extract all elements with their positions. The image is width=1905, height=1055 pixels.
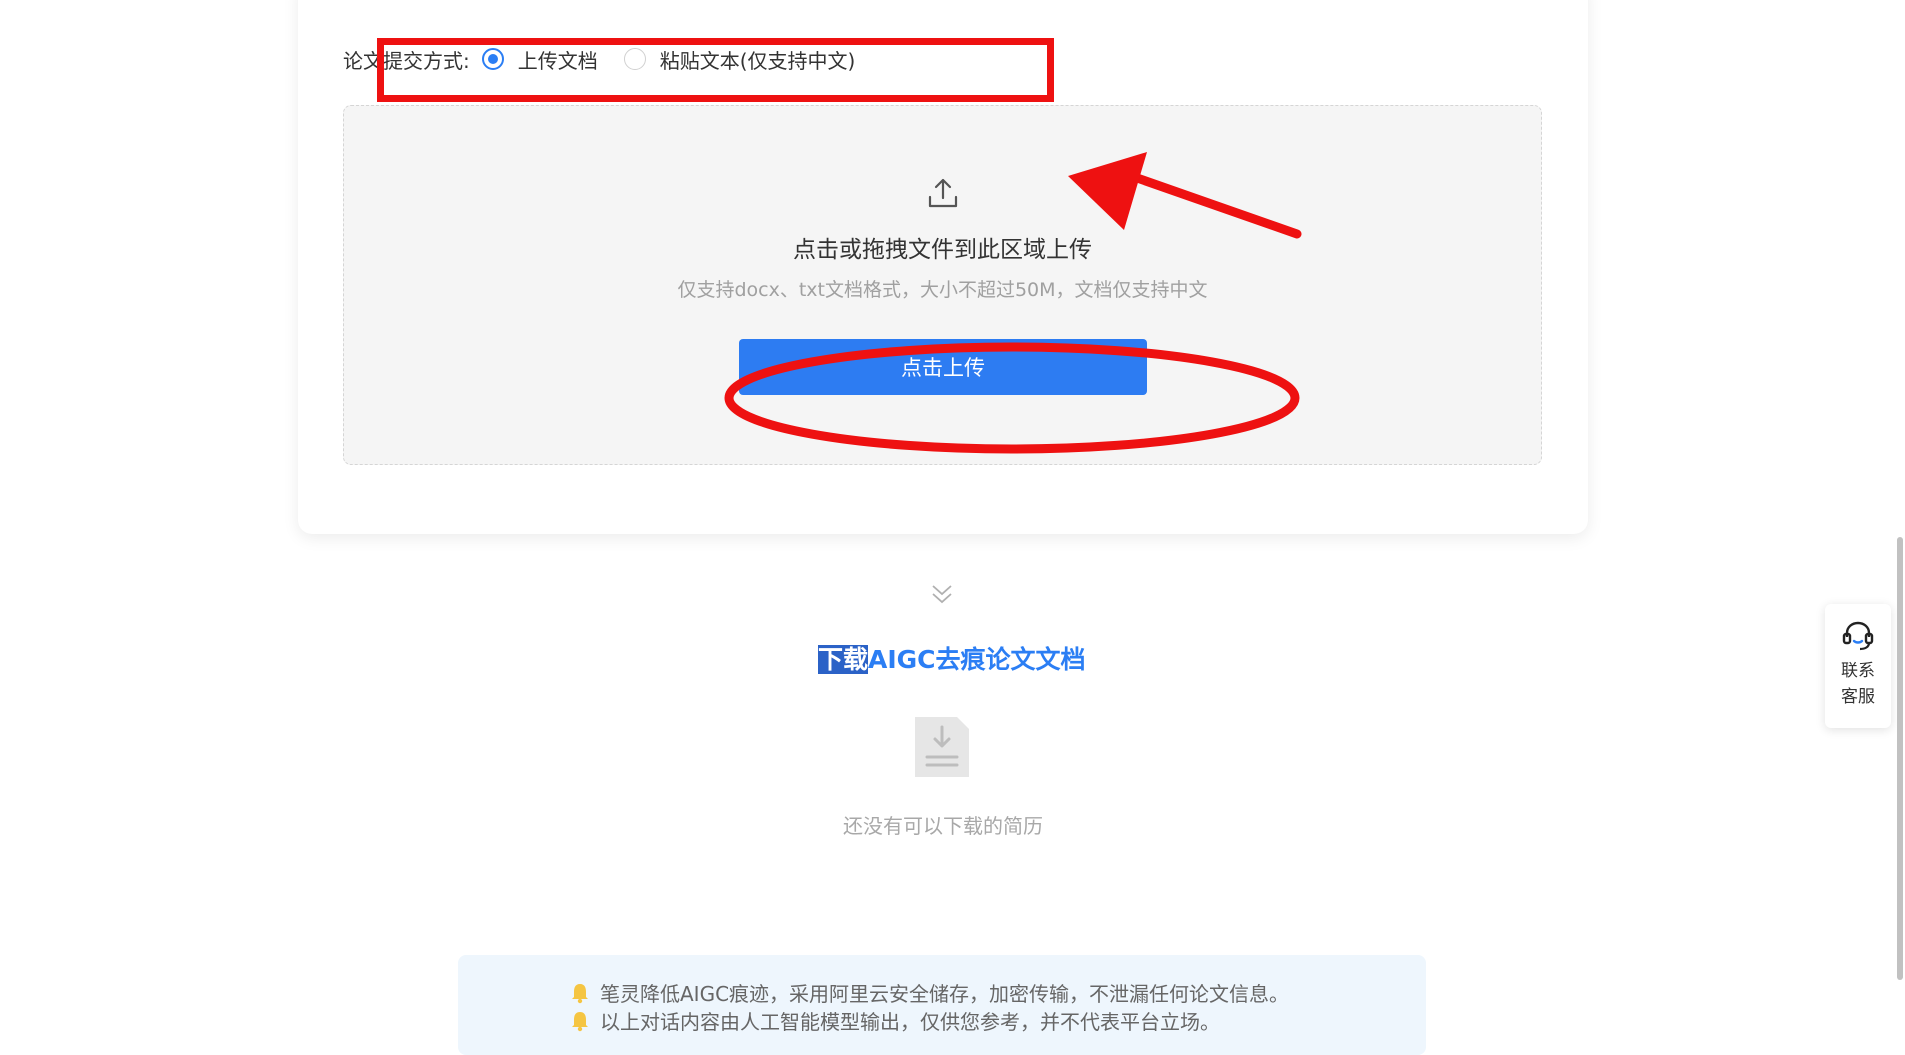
download-title-rest: AIGC去痕论文文档: [868, 645, 1086, 674]
radio-upload-document[interactable]: 上传文档: [481, 45, 598, 74]
double-chevron-down-icon: [932, 585, 952, 604]
notice-line: 以上对话内容由人工智能模型输出，仅供您参考，并不代表平台立场。: [570, 1006, 1220, 1035]
bell-icon: [572, 1011, 588, 1031]
document-download-icon: [915, 717, 969, 777]
radio-paste-label[interactable]: 粘贴文本(仅支持中文): [660, 45, 856, 74]
support-label[interactable]: 联系 客服: [1825, 658, 1891, 710]
download-section-title: 下载AIGC去痕论文文档: [818, 640, 1086, 676]
notice-text-disclaimer: 以上对话内容由人工智能模型输出，仅供您参考，并不代表平台立场。: [600, 1010, 1220, 1034]
radio-checked-icon[interactable]: [481, 48, 504, 70]
support-label-line1[interactable]: 联系: [1825, 658, 1891, 684]
empty-download-text: 还没有可以下载的简历: [843, 814, 1043, 838]
bell-icon: [572, 983, 588, 1003]
upload-button[interactable]: 点击上传: [739, 339, 1147, 395]
dropzone-hint: 仅支持docx、txt文档格式，大小不超过50M，文档仅支持中文: [677, 279, 1208, 301]
contact-support-button[interactable]: 联系 客服: [1825, 604, 1891, 728]
submit-mode-row: 论文提交方式: 上传文档 粘贴文本(仅支持中文): [343, 42, 881, 76]
submit-mode-label: 论文提交方式:: [343, 48, 470, 73]
support-label-line2[interactable]: 客服: [1825, 684, 1891, 710]
radio-unchecked-icon[interactable]: [623, 48, 646, 70]
notice-line: 笔灵降低AIGC痕迹，采用阿里云安全储存，加密传输，不泄漏任何论文信息。: [570, 978, 1289, 1007]
radio-upload-label[interactable]: 上传文档: [518, 45, 598, 74]
radio-paste-text[interactable]: 粘贴文本(仅支持中文): [623, 45, 856, 74]
download-title-selected: 下载: [818, 645, 869, 674]
headset-icon[interactable]: [1841, 620, 1875, 652]
upload-icon: [928, 178, 958, 208]
scrollbar-thumb[interactable]: [1897, 537, 1903, 980]
dropzone-title: 点击或拖拽文件到此区域上传: [793, 237, 1092, 263]
notice-text-security: 笔灵降低AIGC痕迹，采用阿里云安全储存，加密传输，不泄漏任何论文信息。: [600, 982, 1290, 1006]
